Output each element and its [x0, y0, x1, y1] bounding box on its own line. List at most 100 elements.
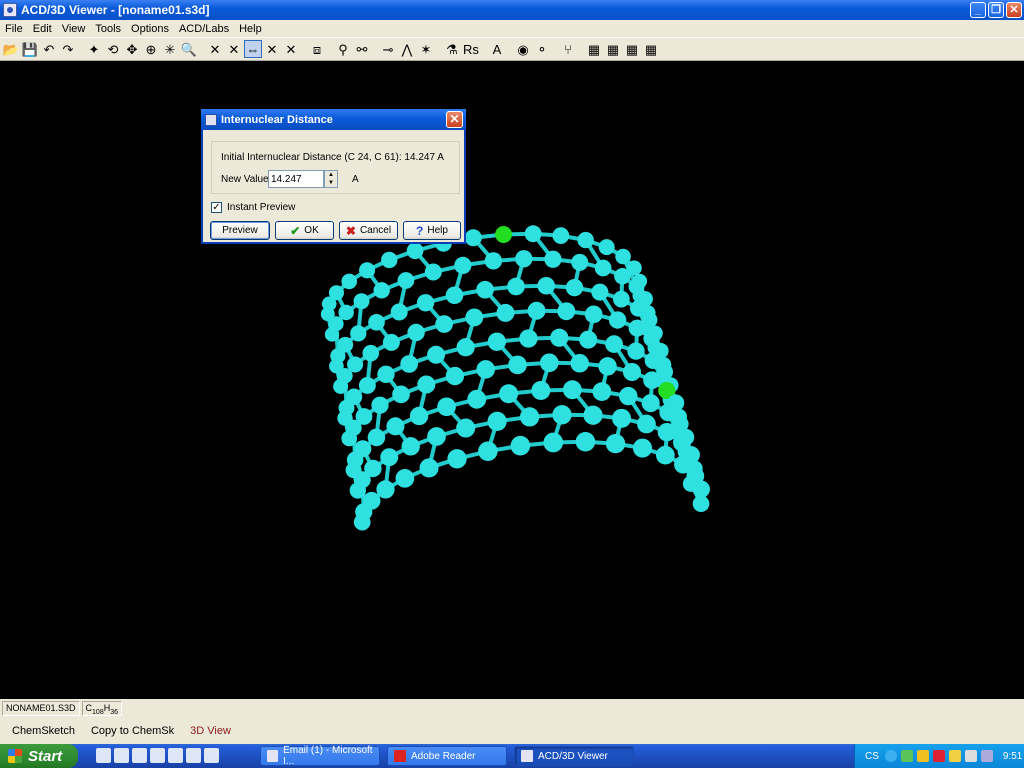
menu-acdlabs[interactable]: ACD/Labs	[174, 23, 234, 35]
volume-icon[interactable]	[980, 750, 993, 762]
menu-view[interactable]: View	[57, 23, 91, 35]
rotate-icon[interactable]: ⟲	[104, 40, 122, 58]
zoom-icon[interactable]: ⊕	[142, 40, 160, 58]
distance-icon[interactable]: ⇔	[244, 40, 262, 58]
carbon-atom[interactable]	[571, 253, 589, 271]
carbon-atom[interactable]	[435, 315, 453, 333]
carbon-atom[interactable]	[598, 357, 617, 376]
tab-chemsketch[interactable]: ChemSketch	[6, 725, 81, 737]
carbon-atom[interactable]	[543, 432, 564, 453]
carbon-atom[interactable]	[552, 405, 572, 425]
open-icon[interactable]: 📂	[2, 40, 20, 58]
carbon-atom[interactable]	[424, 263, 442, 281]
menu-edit[interactable]: Edit	[28, 23, 57, 35]
carbon-atom[interactable]	[539, 353, 559, 373]
carbon-atom[interactable]	[552, 227, 570, 244]
film4-icon[interactable]: ▦	[642, 40, 660, 58]
carbon-atom[interactable]	[362, 344, 380, 362]
carbon-atom[interactable]	[395, 468, 415, 488]
carbon-atom[interactable]	[417, 375, 436, 394]
selected-atom[interactable]	[495, 225, 513, 243]
carbon-atom[interactable]	[353, 293, 370, 310]
carbon-atom[interactable]	[456, 338, 475, 357]
carbon-atom[interactable]	[337, 336, 354, 353]
carbon-atom[interactable]	[382, 333, 400, 351]
carbon-atom[interactable]	[562, 380, 582, 400]
carbon-atom[interactable]	[619, 386, 638, 406]
carbon-atom[interactable]	[577, 231, 594, 249]
carbon-atom[interactable]	[632, 438, 653, 458]
carbon-atom[interactable]	[608, 311, 627, 329]
outlook-icon[interactable]	[114, 748, 129, 763]
carbon-atom[interactable]	[381, 251, 398, 269]
tree-icon[interactable]: ⑂	[559, 40, 577, 58]
tab-3d-view[interactable]: 3D View	[184, 725, 237, 737]
bond-icon[interactable]: ✕	[206, 40, 224, 58]
a-icon[interactable]: A	[488, 40, 506, 58]
carbon-atom[interactable]	[454, 256, 472, 275]
carbon-atom[interactable]	[515, 250, 533, 268]
carbon-atom[interactable]	[592, 382, 612, 401]
move-icon[interactable]: ✥	[123, 40, 141, 58]
carbon-atom[interactable]	[622, 362, 642, 382]
carbon-atom[interactable]	[397, 272, 415, 289]
app-quicklaunch-icon[interactable]	[132, 748, 147, 763]
carbon-atom[interactable]	[427, 427, 446, 446]
carbon-atom[interactable]	[338, 304, 354, 321]
bond-x-icon[interactable]: ✕	[225, 40, 243, 58]
carbon-atom[interactable]	[519, 407, 540, 427]
undo-icon[interactable]: ↶	[40, 40, 58, 58]
carbon-atom[interactable]	[355, 408, 373, 425]
balls-icon[interactable]: ⚬	[533, 40, 551, 58]
carbon-atom[interactable]	[656, 445, 675, 465]
carbon-atom[interactable]	[527, 301, 546, 320]
spin-down-icon[interactable]: ▼	[325, 179, 337, 187]
bend-icon[interactable]: ⋀	[398, 40, 416, 58]
carbon-atom[interactable]	[605, 335, 623, 353]
carbon-atom[interactable]	[358, 376, 376, 394]
carbon-atom[interactable]	[550, 328, 569, 347]
carbon-atom[interactable]	[487, 411, 507, 432]
molecule-model[interactable]	[0, 61, 1024, 699]
carbon-atom[interactable]	[465, 308, 484, 327]
carbon-atom[interactable]	[445, 286, 464, 305]
carbon-atom[interactable]	[612, 408, 632, 428]
instant-preview-checkbox[interactable]: ✓ Instant Preview	[211, 202, 295, 213]
check-tray-icon[interactable]	[900, 750, 913, 762]
carbon-atom[interactable]	[627, 342, 645, 360]
carbon-atom[interactable]	[406, 242, 424, 260]
ok-button[interactable]: ✔ OK	[275, 221, 334, 240]
carbon-atom[interactable]	[613, 290, 630, 308]
carbon-atom[interactable]	[371, 396, 389, 414]
carbon-atom[interactable]	[350, 325, 367, 342]
carbon-atom[interactable]	[354, 440, 372, 458]
carbon-atom[interactable]	[476, 280, 494, 299]
carbon-atom[interactable]	[544, 250, 562, 268]
carbon-atom[interactable]	[565, 278, 584, 297]
carbon-atom[interactable]	[373, 282, 390, 299]
carbon-atom[interactable]	[392, 385, 410, 404]
carbon-atom[interactable]	[376, 480, 395, 499]
carbon-atom[interactable]	[583, 405, 603, 425]
film2-icon[interactable]: ▦	[604, 40, 622, 58]
carbon-atom[interactable]	[628, 319, 646, 337]
network-icon[interactable]	[948, 750, 961, 762]
carbon-atom[interactable]	[508, 355, 527, 375]
carbon-atom[interactable]	[401, 437, 420, 456]
carbon-atom[interactable]	[557, 302, 576, 321]
carbon-atom[interactable]	[615, 248, 631, 265]
rs-icon[interactable]: Rs	[462, 40, 480, 58]
ring-icon[interactable]: ⧈	[308, 40, 326, 58]
carbon-atom[interactable]	[510, 435, 531, 456]
show-desktop-icon[interactable]	[204, 748, 219, 763]
security-icon[interactable]	[916, 750, 929, 762]
measure-icon[interactable]: ⊸	[379, 40, 397, 58]
menu-help[interactable]: Help	[234, 23, 267, 35]
carbon-atom[interactable]	[476, 360, 495, 379]
carbon-atom[interactable]	[579, 330, 598, 349]
checkbox-check-icon[interactable]: ✓	[211, 202, 222, 213]
carbon-atom[interactable]	[507, 277, 525, 296]
link-icon[interactable]: ⚲	[334, 40, 352, 58]
carbon-atom[interactable]	[390, 303, 408, 321]
tube-icon[interactable]: ⚗	[443, 40, 461, 58]
